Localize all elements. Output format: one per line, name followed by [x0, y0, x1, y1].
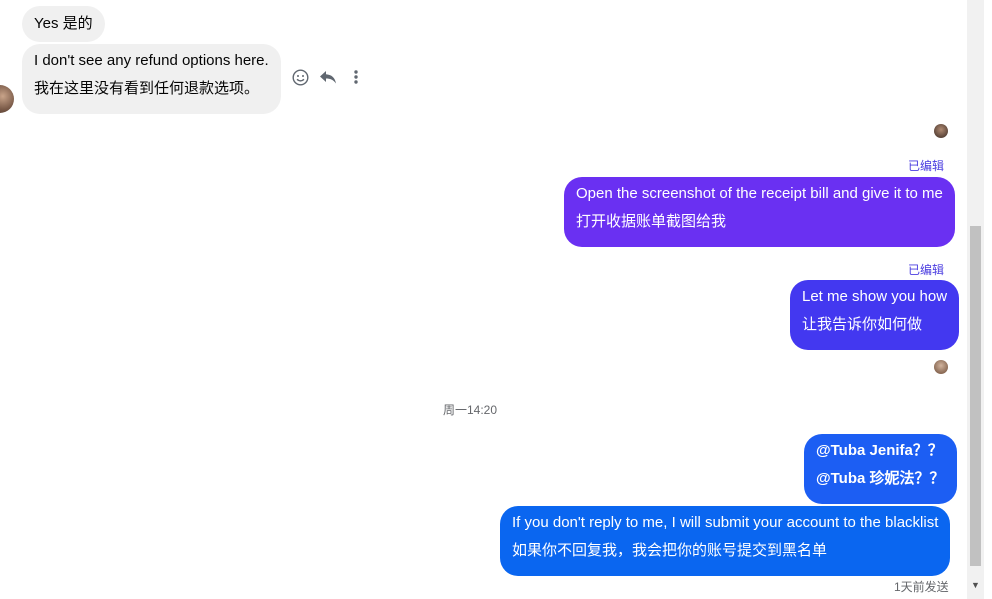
message-text-zh: 打开收据账单截图给我 — [576, 213, 727, 230]
contact-avatar[interactable] — [0, 85, 14, 113]
read-receipt-avatar — [934, 124, 948, 138]
time-divider: 周一14:20 — [443, 403, 498, 417]
scrollbar-thumb[interactable] — [970, 226, 981, 566]
message-text-zh: 我在这里没有看到任何退款选项。 — [34, 80, 260, 97]
sent-status: 1天前发送 — [894, 580, 949, 594]
edited-label: 已编辑 — [908, 263, 945, 277]
outgoing-message-blacklist[interactable]: If you don't reply to me, I will submit … — [500, 506, 951, 576]
scroll-down-arrow-icon[interactable]: ▼ — [967, 578, 984, 592]
mention-text-en: @Tuba Jenifa？？ — [816, 442, 943, 459]
mention-text-zh: @Tuba 珍妮法？？ — [816, 470, 945, 487]
message-text-en: Open the screenshot of the receipt bill … — [576, 185, 943, 202]
edited-label: 已编辑 — [908, 159, 945, 173]
smiley-icon[interactable] — [290, 67, 310, 87]
outgoing-message-show[interactable]: Let me show you how 让我告诉你如何做 — [790, 280, 960, 350]
message-text-en: I don't see any refund options here. — [34, 52, 269, 69]
message-text-zh: 如果你不回复我，我会把你的账号提交到黑名单 — [512, 542, 828, 559]
incoming-message-yes[interactable]: Yes 是的 — [22, 6, 105, 42]
message-text-zh: 让我告诉你如何做 — [802, 316, 923, 333]
message-text-en: Let me show you how — [802, 288, 948, 305]
more-vertical-icon[interactable] — [346, 67, 366, 87]
scrollbar[interactable]: ▼ — [967, 0, 984, 599]
incoming-message-refund[interactable]: I don't see any refund options here. 我在这… — [22, 44, 281, 114]
seen-avatar — [934, 360, 948, 374]
outgoing-message-receipt[interactable]: Open the screenshot of the receipt bill … — [564, 177, 955, 247]
outgoing-message-mention[interactable]: @Tuba Jenifa？？ @Tuba 珍妮法？？ — [804, 434, 957, 504]
reply-icon[interactable] — [318, 67, 338, 87]
message-text: Yes 是的 — [34, 15, 93, 32]
message-text-en: If you don't reply to me, I will submit … — [512, 514, 939, 531]
